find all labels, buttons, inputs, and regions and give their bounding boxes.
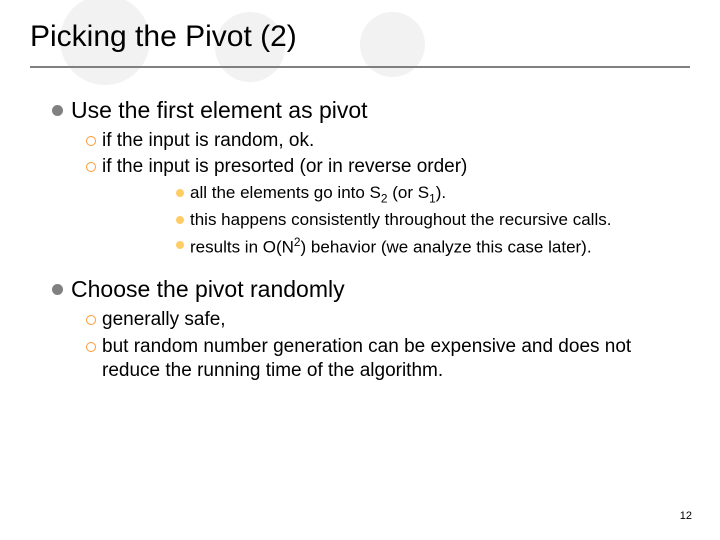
list-item-level3: this happens consistently throughout the… xyxy=(176,209,690,232)
page-number: 12 xyxy=(680,510,692,522)
bullet-dot-icon xyxy=(176,216,184,224)
list-item-level2: generally safe, xyxy=(86,308,690,333)
list-item-level2: if the input is presorted (or in reverse… xyxy=(86,155,690,180)
list-item-level2: but random number generation can be expe… xyxy=(86,335,690,384)
list-item-level3: results in O(N2) behavior (we analyze th… xyxy=(176,234,690,260)
list-text: results in O(N2) behavior (we analyze th… xyxy=(190,234,592,260)
list-text: if the input is presorted (or in reverse… xyxy=(102,155,467,180)
list-item-level2: if the input is random, ok. xyxy=(86,129,690,154)
list-text: Use the first element as pivot xyxy=(71,96,368,125)
list-text: if the input is random, ok. xyxy=(102,129,314,154)
list-text: Choose the pivot randomly xyxy=(71,275,345,304)
list-text: but random number generation can be expe… xyxy=(102,335,690,384)
slide-title: Picking the Pivot (2) xyxy=(30,20,690,68)
bullet-dot-icon xyxy=(176,189,184,197)
slide-content: Picking the Pivot (2) Use the first elem… xyxy=(0,0,720,384)
list-text: generally safe, xyxy=(102,308,226,333)
list-text: all the elements go into S2 (or S1). xyxy=(190,182,446,206)
list-text: this happens consistently throughout the… xyxy=(190,209,611,232)
bullet-disc-icon xyxy=(52,284,63,295)
list-item-level1: Choose the pivot randomly xyxy=(52,275,690,304)
bullet-ring-icon xyxy=(86,342,96,352)
bullet-ring-icon xyxy=(86,315,96,325)
list-item-level1: Use the first element as pivot xyxy=(52,96,690,125)
bullet-ring-icon xyxy=(86,136,96,146)
bullet-dot-icon xyxy=(176,241,184,249)
bullet-disc-icon xyxy=(52,105,63,116)
list-item-level3: all the elements go into S2 (or S1). xyxy=(176,182,690,206)
slide-body: Use the first element as pivot if the inp… xyxy=(30,96,690,384)
bullet-ring-icon xyxy=(86,162,96,172)
